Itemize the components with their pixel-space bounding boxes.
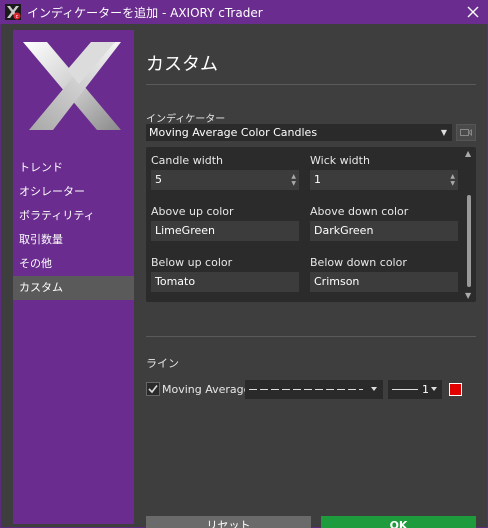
camera-icon bbox=[460, 129, 472, 137]
lines-label: ライン bbox=[146, 357, 179, 370]
wick-width-stepper[interactable]: 1 ▲ ▼ bbox=[310, 170, 458, 190]
divider bbox=[146, 336, 476, 337]
line-color-swatch[interactable] bbox=[449, 383, 462, 396]
above-down-color-label: Above down color bbox=[310, 205, 409, 218]
close-icon[interactable] bbox=[464, 3, 482, 21]
above-down-color-value: DarkGreen bbox=[314, 224, 374, 237]
solid-line-icon bbox=[392, 387, 437, 391]
scroll-down-icon[interactable]: ▼ bbox=[465, 291, 471, 300]
below-up-color-field[interactable]: Tomato bbox=[151, 272, 299, 292]
spinner-arrows-icon[interactable]: ▲ ▼ bbox=[450, 173, 455, 187]
line-width-value: 1 bbox=[422, 383, 429, 396]
main-panel: カスタム インディケーター Moving Average Color Candl… bbox=[146, 30, 476, 524]
wick-width-value: 1 bbox=[314, 173, 321, 186]
axiory-logo bbox=[19, 38, 125, 134]
page-title: カスタム bbox=[146, 54, 218, 75]
category-nav: トレンド オシレーター ボラティリティ 取引数量 その他 カスタム bbox=[13, 156, 134, 300]
sidebar-item-oscillator[interactable]: オシレーター bbox=[13, 180, 134, 204]
below-up-color-value: Tomato bbox=[155, 275, 196, 288]
sidebar-item-trend[interactable]: トレンド bbox=[13, 156, 134, 180]
spinner-arrows-icon[interactable]: ▲ ▼ bbox=[291, 173, 296, 187]
line-width-select[interactable]: 1 bbox=[388, 380, 442, 399]
above-up-color-value: LimeGreen bbox=[155, 224, 215, 237]
window-title: インディケーターを追加 - AXIORY cTrader bbox=[27, 5, 263, 20]
line-style-select[interactable] bbox=[245, 380, 383, 399]
wick-width-label: Wick width bbox=[310, 154, 370, 167]
dialog-body: トレンド オシレーター ボラティリティ 取引数量 その他 カスタム カスタム イ… bbox=[0, 24, 488, 528]
dashed-line-icon bbox=[249, 387, 377, 391]
candle-width-value: 5 bbox=[155, 173, 162, 186]
below-down-color-label: Below down color bbox=[310, 256, 407, 269]
moving-average-checkbox[interactable] bbox=[146, 382, 160, 396]
reset-button[interactable]: リセット bbox=[146, 516, 311, 528]
moving-average-label: Moving Average bbox=[162, 383, 251, 396]
above-up-color-label: Above up color bbox=[151, 205, 234, 218]
below-down-color-value: Crimson bbox=[314, 275, 360, 288]
title-bar: c インディケーターを追加 - AXIORY cTrader bbox=[0, 0, 488, 24]
divider bbox=[146, 84, 476, 85]
indicator-label: インディケーター bbox=[146, 114, 226, 125]
above-down-color-field[interactable]: DarkGreen bbox=[310, 221, 458, 241]
svg-text:c: c bbox=[16, 14, 19, 20]
candle-width-stepper[interactable]: 5 ▲ ▼ bbox=[151, 170, 299, 190]
sidebar-item-custom[interactable]: カスタム bbox=[13, 276, 134, 300]
scroll-up-icon[interactable]: ▲ bbox=[465, 149, 471, 158]
candle-width-label: Candle width bbox=[151, 154, 224, 167]
checkmark-icon bbox=[148, 385, 158, 394]
sidebar-item-volume[interactable]: 取引数量 bbox=[13, 228, 134, 252]
below-down-color-param: Below down color bbox=[310, 256, 407, 269]
below-up-color-param: Below up color bbox=[151, 256, 232, 269]
wick-width-param: Wick width bbox=[310, 154, 370, 167]
sidebar-item-other[interactable]: その他 bbox=[13, 252, 134, 276]
indicator-select-value: Moving Average Color Candles bbox=[149, 126, 318, 139]
scrollbar-thumb[interactable] bbox=[467, 195, 471, 287]
above-up-color-param: Above up color bbox=[151, 205, 234, 218]
above-down-color-param: Above down color bbox=[310, 205, 408, 218]
sidebar: トレンド オシレーター ボラティリティ 取引数量 その他 カスタム bbox=[13, 30, 134, 524]
params-scrollbar[interactable]: ▲ ▼ bbox=[464, 149, 474, 300]
app-icon: c bbox=[5, 4, 21, 20]
ok-button[interactable]: OK bbox=[321, 516, 476, 528]
parameters-panel: Candle width 5 ▲ ▼ Wick width 1 ▲ ▼ Above … bbox=[146, 147, 476, 302]
below-down-color-field[interactable]: Crimson bbox=[310, 272, 458, 292]
above-up-color-field[interactable]: LimeGreen bbox=[151, 221, 299, 241]
below-up-color-label: Below up color bbox=[151, 256, 233, 269]
indicator-select[interactable]: Moving Average Color Candles ▼ bbox=[146, 124, 452, 141]
sidebar-item-volatility[interactable]: ボラティリティ bbox=[13, 204, 134, 228]
camera-button[interactable] bbox=[456, 124, 476, 141]
chevron-down-icon: ▼ bbox=[440, 128, 447, 137]
candle-width-param: Candle width bbox=[151, 154, 223, 167]
